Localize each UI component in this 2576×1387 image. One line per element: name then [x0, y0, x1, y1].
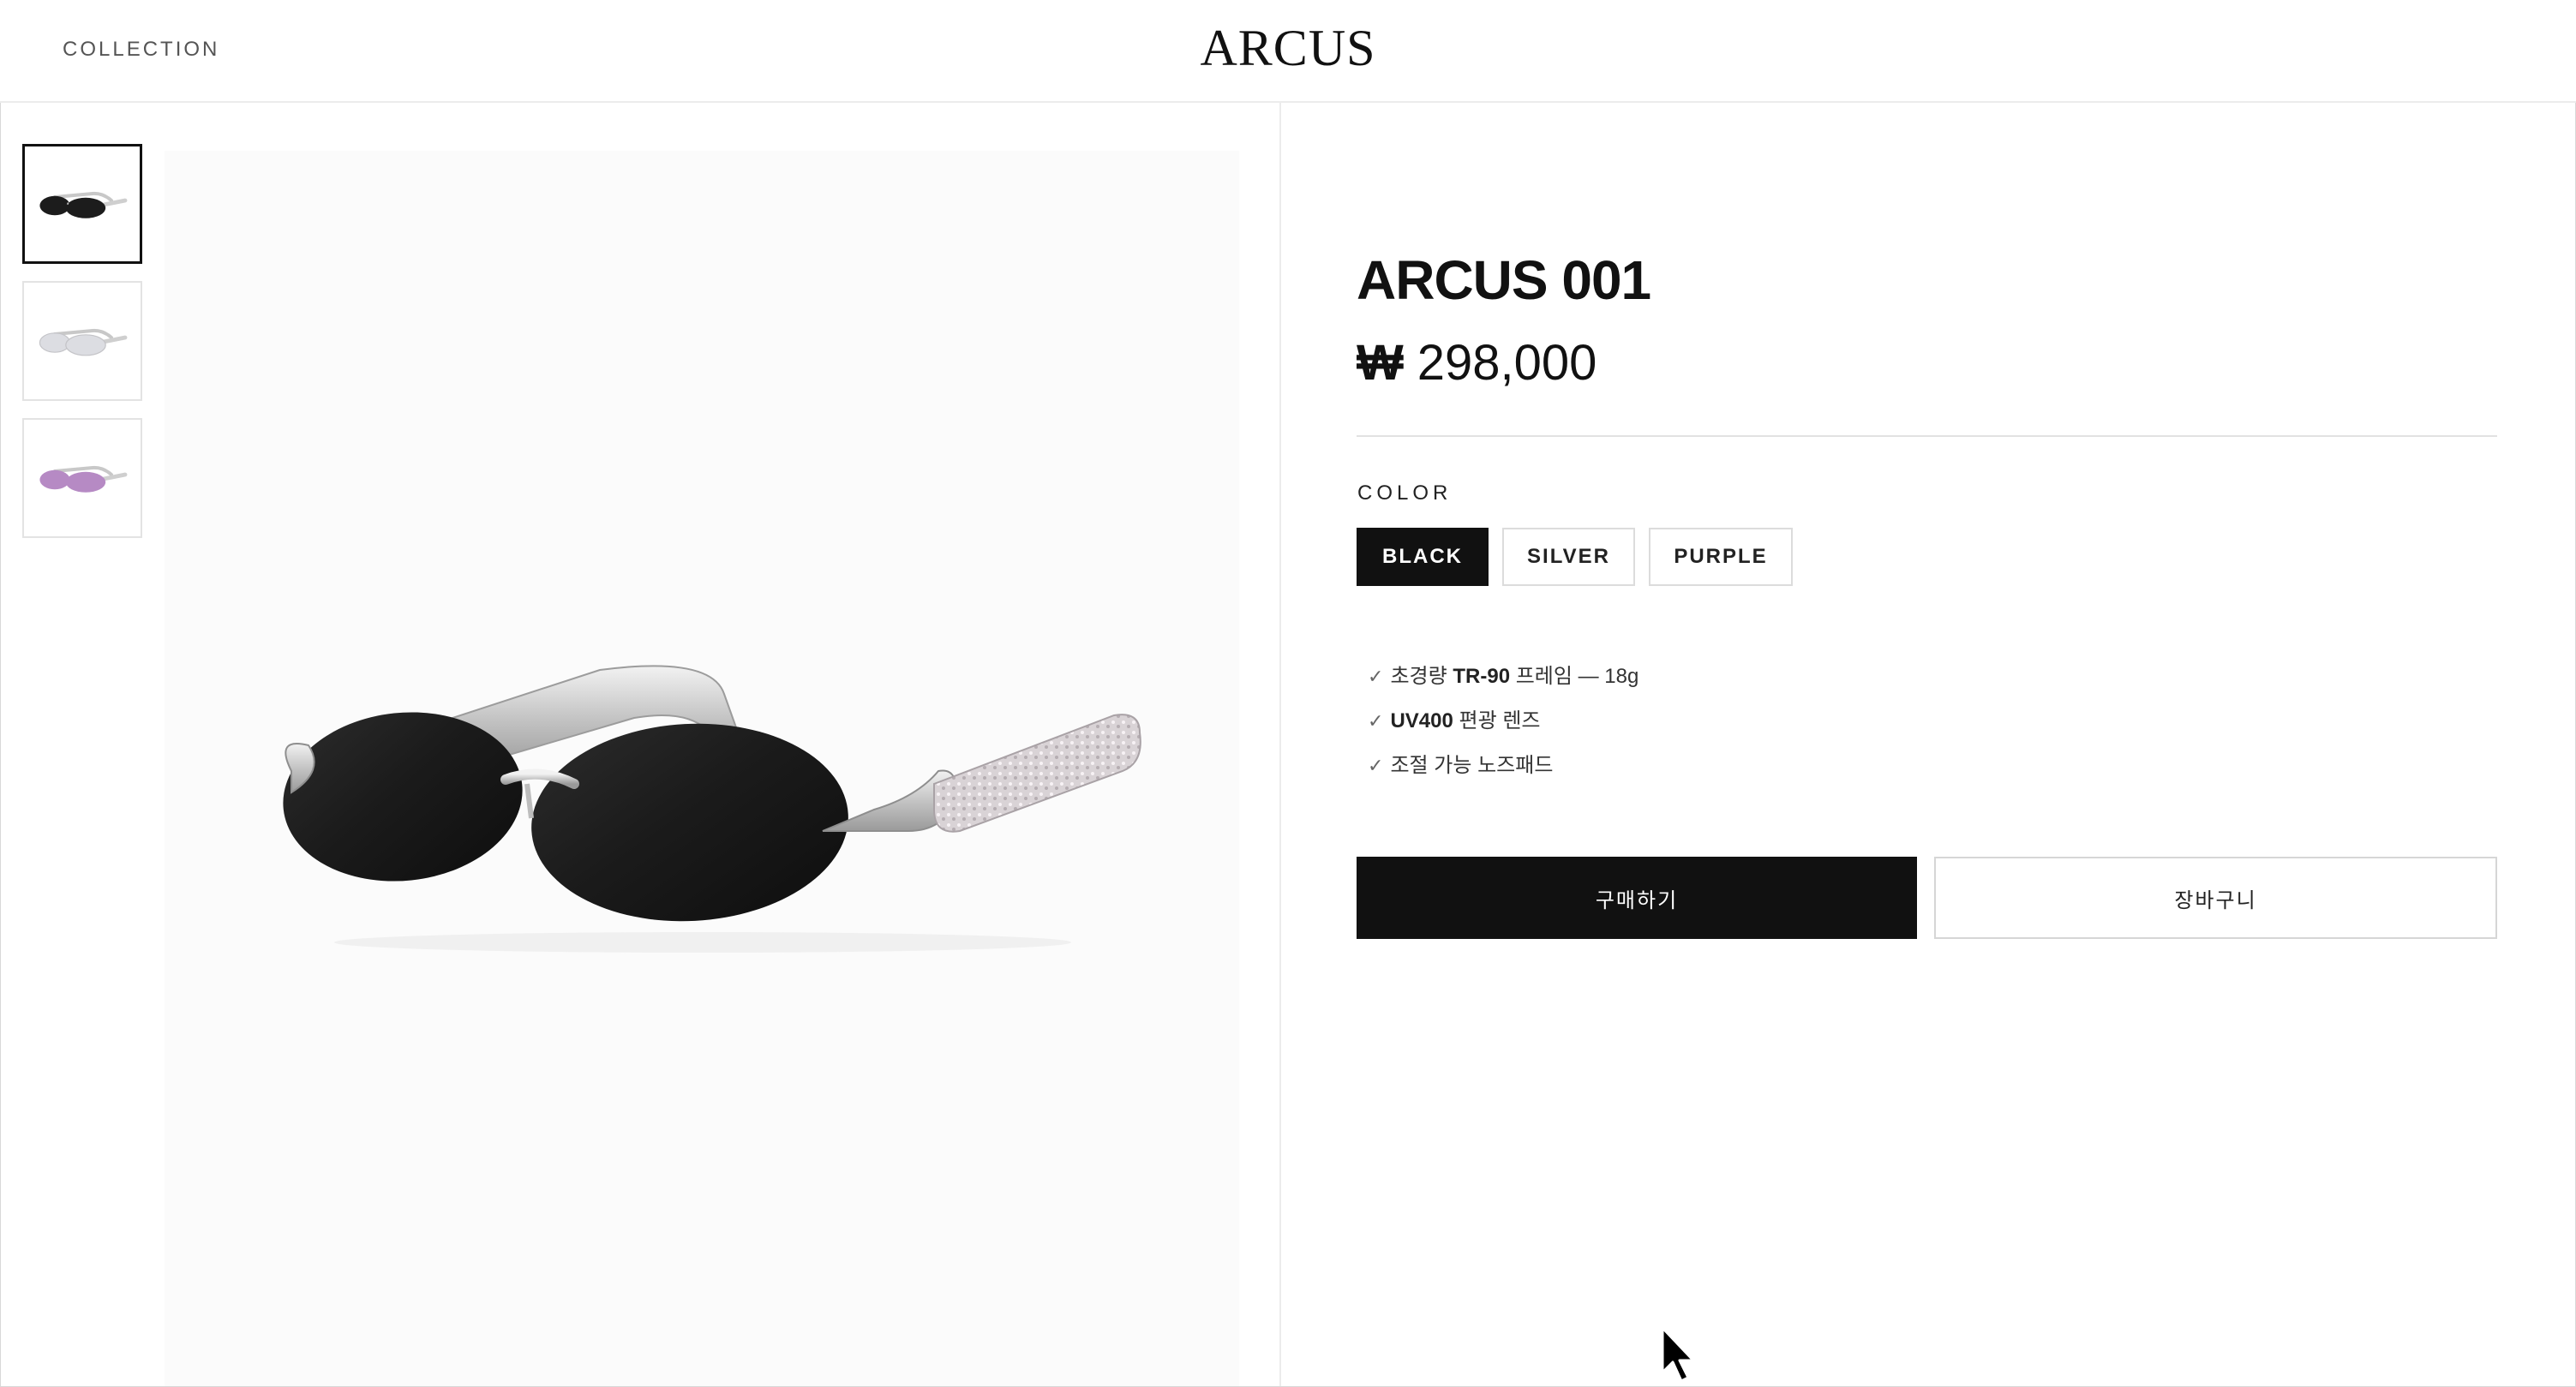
- color-label: COLOR: [1357, 481, 1453, 505]
- feature-highlight: TR-90: [1453, 665, 1511, 688]
- color-option-black[interactable]: BLACK: [1357, 528, 1489, 586]
- check-icon: ✓: [1368, 755, 1384, 776]
- sunglasses-silver-thumb-icon: [39, 328, 128, 356]
- feature-text: 초경량: [1390, 665, 1453, 688]
- check-icon: ✓: [1368, 710, 1384, 732]
- product-price: ₩298,000: [1357, 334, 1597, 392]
- sunglasses-black-thumb-icon: [39, 191, 128, 218]
- feature-text: 조절 가능 노즈패드: [1390, 754, 1554, 777]
- thumbnail-purple[interactable]: [22, 418, 142, 538]
- feature-item: ✓ 초경량 TR-90 프레임 — 18g: [1368, 661, 1638, 706]
- sunglasses-purple-thumb-icon: [39, 465, 128, 493]
- feature-item: ✓ UV400 편광 렌즈: [1368, 706, 1638, 750]
- site-header: COLLECTION ARCUS: [0, 0, 2576, 103]
- product-title: ARCUS 001: [1357, 249, 1651, 311]
- feature-item: ✓ 조절 가능 노즈패드: [1368, 750, 1638, 795]
- feature-list: ✓ 초경량 TR-90 프레임 — 18g ✓ UV400 편광 렌즈 ✓ 조절 가능…: [1368, 661, 1638, 795]
- color-option-purple[interactable]: PURPLE: [1649, 528, 1793, 586]
- thumbnail-black[interactable]: [22, 144, 142, 264]
- price-divider: [1357, 435, 2497, 437]
- thumbnail-silver[interactable]: [22, 281, 142, 401]
- add-to-cart-button[interactable]: 장바구니: [1934, 857, 2497, 939]
- buy-now-button[interactable]: 구매하기: [1357, 857, 1917, 939]
- check-icon: ✓: [1368, 666, 1384, 687]
- sunglasses-main-image: [283, 665, 1141, 953]
- feature-text: 프레임 — 18g: [1510, 665, 1639, 688]
- currency-symbol: ₩: [1357, 335, 1404, 391]
- color-option-silver[interactable]: SILVER: [1502, 528, 1635, 586]
- price-value: 298,000: [1417, 335, 1597, 391]
- mouse-cursor-icon: [1661, 1326, 1695, 1383]
- feature-highlight: UV400: [1390, 709, 1453, 732]
- brand-logo[interactable]: ARCUS: [0, 19, 2576, 78]
- feature-text: 편광 렌즈: [1453, 709, 1541, 732]
